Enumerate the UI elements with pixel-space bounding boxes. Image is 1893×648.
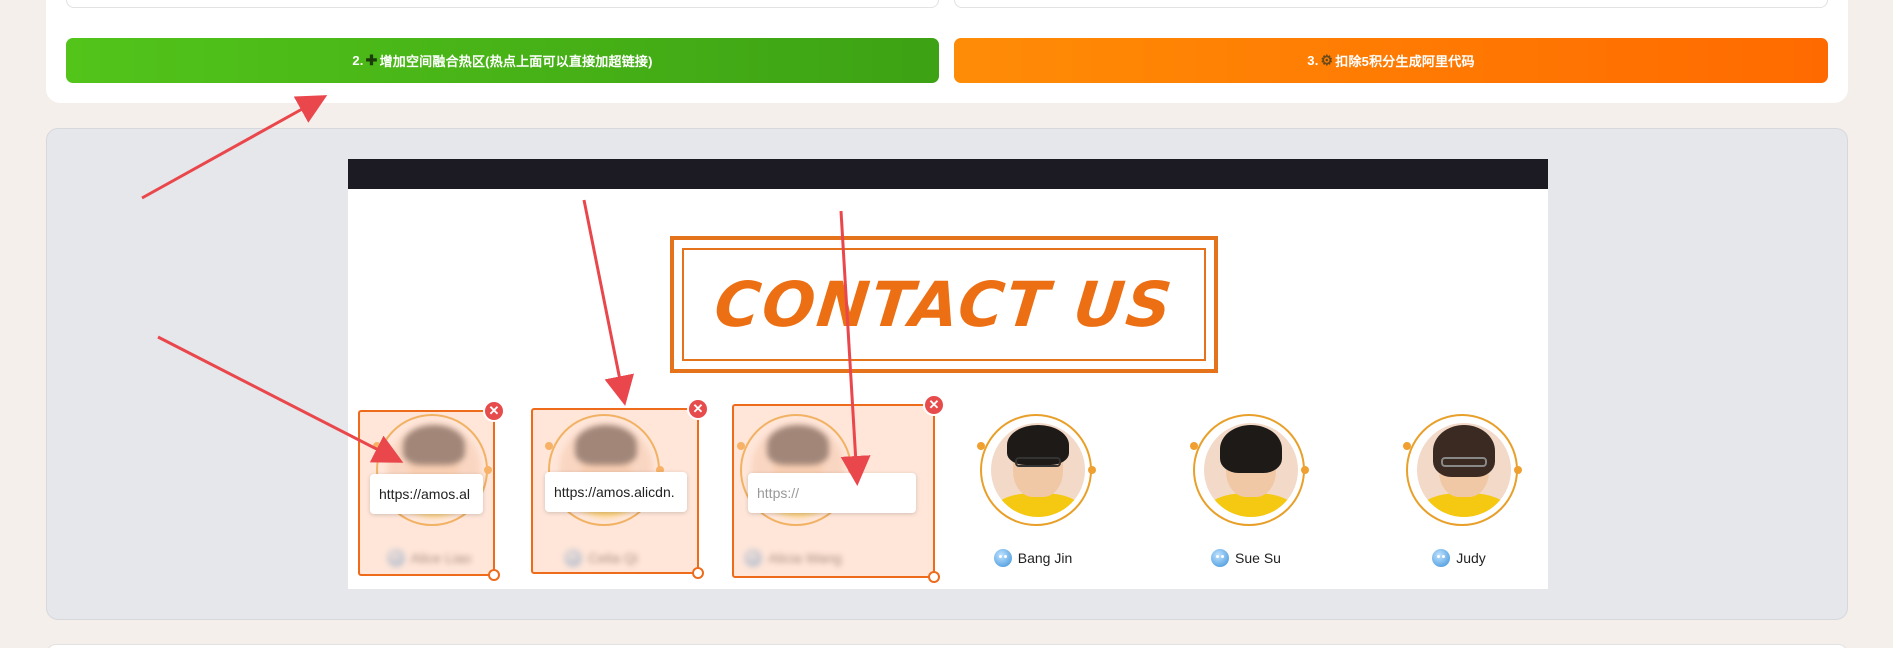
hotspot-step-label: 2.: [352, 53, 364, 68]
hotspot-url-input[interactable]: [370, 474, 483, 514]
hotspot-area[interactable]: ✕: [531, 398, 709, 579]
generate-button-text: 扣除5积分生成阿里代码: [1335, 54, 1475, 69]
avatar: [991, 423, 1085, 517]
next-section-card: [46, 644, 1848, 648]
hotspot-url-input[interactable]: [748, 473, 916, 513]
close-icon[interactable]: ✕: [687, 398, 709, 420]
resize-handle[interactable]: [928, 571, 940, 583]
wangwang-icon[interactable]: [1432, 549, 1451, 567]
gear-icon: ⚙: [1320, 52, 1334, 68]
hotspot-area[interactable]: ✕: [358, 400, 505, 581]
contact-heading-inner: CONTACT US: [682, 248, 1206, 361]
field-stub-left: [66, 0, 939, 8]
contact-heading: CONTACT US: [711, 268, 1177, 341]
resize-handle[interactable]: [692, 567, 704, 579]
member-name: Bang Jin: [1017, 550, 1073, 566]
member-card: Sue Su: [1171, 409, 1321, 584]
avatar-ring: [1190, 414, 1309, 526]
generate-code-button[interactable]: 3. ⚙ 扣除5积分生成阿里代码: [954, 38, 1828, 83]
wangwang-icon[interactable]: [1211, 549, 1230, 567]
member-name-row: Judy: [1384, 549, 1534, 567]
avatar: [1204, 423, 1298, 517]
contact-heading-frame: CONTACT US: [670, 236, 1218, 373]
hotspot-area[interactable]: ✕: [732, 394, 945, 583]
plus-icon: ✚: [365, 52, 378, 68]
hotspot-button-text: 增加空间融合热区(热点上面可以直接加超链接): [379, 54, 653, 69]
add-hotspot-button[interactable]: 2. ✚ 增加空间融合热区(热点上面可以直接加超链接): [66, 38, 939, 83]
member-name: Sue Su: [1235, 550, 1281, 566]
member-card: Bang Jin: [958, 409, 1108, 584]
hotspot-url-input[interactable]: [545, 472, 687, 512]
close-icon[interactable]: ✕: [483, 400, 505, 422]
avatar-ring: [1403, 414, 1522, 526]
member-name-row: Bang Jin: [958, 549, 1108, 567]
resize-handle[interactable]: [488, 569, 500, 581]
avatar-ring: [977, 414, 1096, 526]
member-name-row: Sue Su: [1171, 549, 1321, 567]
action-card: 2. ✚ 增加空间融合热区(热点上面可以直接加超链接) 3. ⚙ 扣除5积分生成…: [46, 0, 1848, 103]
field-stub-right: [954, 0, 1828, 8]
canvas-top-bar: [348, 159, 1548, 189]
member-card: Judy: [1384, 409, 1534, 584]
generate-step-label: 3.: [1307, 53, 1319, 68]
wangwang-icon[interactable]: [993, 549, 1012, 567]
member-name: Judy: [1456, 550, 1486, 566]
design-canvas: CONTACT US Alice Liao Celia Qi Alicia Wa…: [348, 159, 1548, 589]
close-icon[interactable]: ✕: [923, 394, 945, 416]
avatar: [1417, 423, 1511, 517]
